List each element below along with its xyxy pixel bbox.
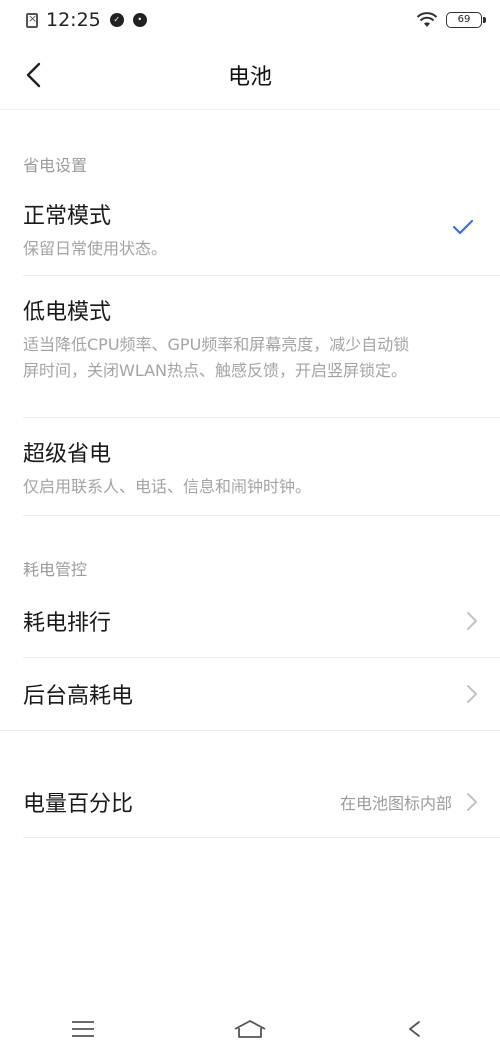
- sim-off-icon: [26, 12, 38, 28]
- section-label-consumption: 耗电管控: [23, 560, 88, 579]
- status-time: 12:25: [46, 9, 101, 31]
- back-nav-icon: [408, 1021, 420, 1037]
- item-title: 电量百分比: [23, 791, 134, 817]
- chevron-right-icon: [467, 612, 477, 630]
- check-icon: [452, 219, 474, 235]
- app-notification-icon: •: [132, 13, 147, 27]
- app-header: 电池: [0, 40, 500, 110]
- list-item-power-ranking[interactable]: 耗电排行: [23, 584, 500, 658]
- page-title: 电池: [227, 64, 272, 90]
- battery-icon: 69: [446, 12, 486, 28]
- mode-title: 超级省电: [23, 442, 112, 467]
- chevron-right-icon: [467, 685, 477, 703]
- battery-percentage-value: 在电池图标内部: [339, 793, 452, 813]
- section-divider: [0, 730, 500, 731]
- status-left: 12:25 ✓ •: [26, 9, 147, 31]
- chevron-right-icon: [467, 793, 477, 811]
- menu-icon: [72, 1021, 95, 1037]
- item-title: 耗电排行: [23, 610, 112, 636]
- notification-icon: ✓: [109, 13, 124, 27]
- back-button[interactable]: [16, 57, 52, 93]
- back-chevron-icon: [26, 62, 41, 88]
- wifi-icon: [416, 12, 438, 27]
- mode-item-low-power[interactable]: 低电模式 适当降低CPU频率、GPU频率和屏幕亮度，减少自动锁屏时间，关闭WLA…: [23, 294, 500, 418]
- list-item-battery-percentage[interactable]: 电量百分比 在电池图标内部: [23, 766, 500, 838]
- list-item-background-drain[interactable]: 后台高耗电: [23, 658, 500, 730]
- mode-item-normal[interactable]: 正常模式 保留日常使用状态。: [23, 198, 500, 276]
- home-button[interactable]: [225, 1009, 275, 1049]
- system-nav-bar: [0, 1001, 500, 1057]
- mode-title: 低电模式: [23, 300, 112, 325]
- status-right: 69: [416, 12, 486, 28]
- section-label-power-saving: 省电设置: [23, 156, 88, 175]
- back-nav-button[interactable]: [392, 1009, 442, 1049]
- status-bar: 12:25 ✓ • 69: [0, 0, 500, 40]
- mode-item-super-saving[interactable]: 超级省电 仅启用联系人、电话、信息和闹钟时钟。: [23, 436, 500, 516]
- mode-desc: 保留日常使用状态。: [23, 239, 168, 258]
- mode-desc: 仅启用联系人、电话、信息和闹钟时钟。: [23, 477, 312, 496]
- item-title: 后台高耗电: [23, 684, 134, 709]
- menu-button[interactable]: [58, 1009, 108, 1049]
- mode-desc: 适当降低CPU频率、GPU频率和屏幕亮度，减少自动锁屏时间，关闭WLAN热点、触…: [23, 335, 410, 380]
- mode-title: 正常模式: [23, 204, 112, 229]
- home-icon: [234, 1020, 266, 1038]
